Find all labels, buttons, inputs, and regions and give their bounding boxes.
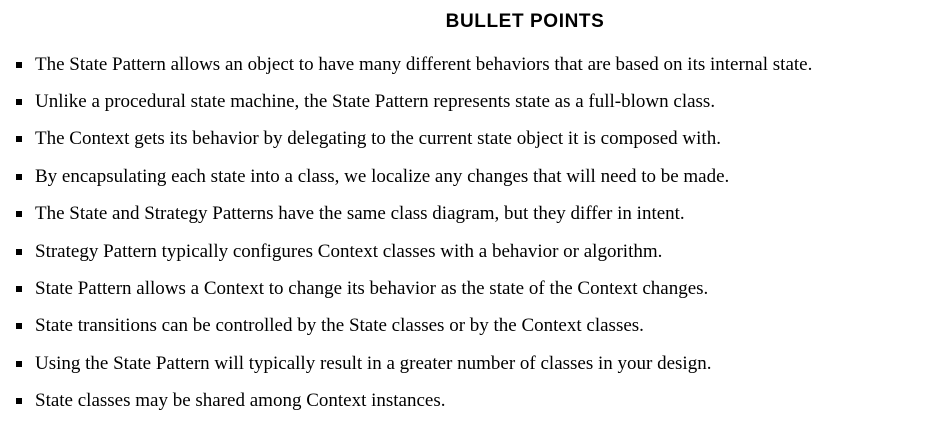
- bullet-text: By encapsulating each state into a class…: [35, 165, 730, 187]
- square-bullet-icon: [16, 61, 22, 68]
- square-bullet-icon: [16, 173, 22, 180]
- bullet-text: Using the State Pattern will typically r…: [35, 352, 712, 374]
- bullet-text: Strategy Pattern typically configures Co…: [35, 240, 663, 262]
- square-bullet-icon: [16, 323, 22, 330]
- bullet-text: Unlike a procedural state machine, the S…: [35, 91, 716, 113]
- square-bullet-icon: [16, 398, 22, 405]
- bullet-item: The State Pattern allows an object to ha…: [16, 46, 812, 83]
- bullet-item: Strategy Pattern typically configures Co…: [16, 233, 812, 270]
- bullet-text: The Context gets its behavior by delegat…: [35, 128, 721, 150]
- bullet-text: The State Pattern allows an object to ha…: [35, 53, 813, 75]
- bullet-points-page: BULLET POINTS The State Pattern allows a…: [0, 0, 942, 426]
- bullet-text: State Pattern allows a Context to change…: [35, 278, 709, 300]
- bullet-item: State classes may be shared among Contex…: [16, 383, 812, 420]
- bullet-text: The State and Strategy Patterns have the…: [35, 203, 685, 225]
- square-bullet-icon: [16, 99, 22, 106]
- bullet-text: State classes may be shared among Contex…: [35, 390, 446, 412]
- square-bullet-icon: [16, 211, 22, 218]
- bullet-item: State transitions can be controlled by t…: [16, 308, 812, 345]
- bullet-list: The State Pattern allows an object to ha…: [16, 46, 812, 420]
- square-bullet-icon: [16, 248, 22, 255]
- bullet-item: State Pattern allows a Context to change…: [16, 270, 812, 307]
- square-bullet-icon: [16, 360, 22, 367]
- bullet-item: The Context gets its behavior by delegat…: [16, 121, 812, 158]
- bullet-text: State transitions can be controlled by t…: [35, 315, 644, 337]
- square-bullet-icon: [16, 286, 22, 293]
- bullet-item: Unlike a procedural state machine, the S…: [16, 83, 812, 120]
- bullet-item: Using the State Pattern will typically r…: [16, 345, 812, 382]
- square-bullet-icon: [16, 136, 22, 143]
- section-title: BULLET POINTS: [445, 11, 605, 32]
- bullet-item: By encapsulating each state into a class…: [16, 158, 812, 195]
- bullet-item: The State and Strategy Patterns have the…: [16, 196, 812, 233]
